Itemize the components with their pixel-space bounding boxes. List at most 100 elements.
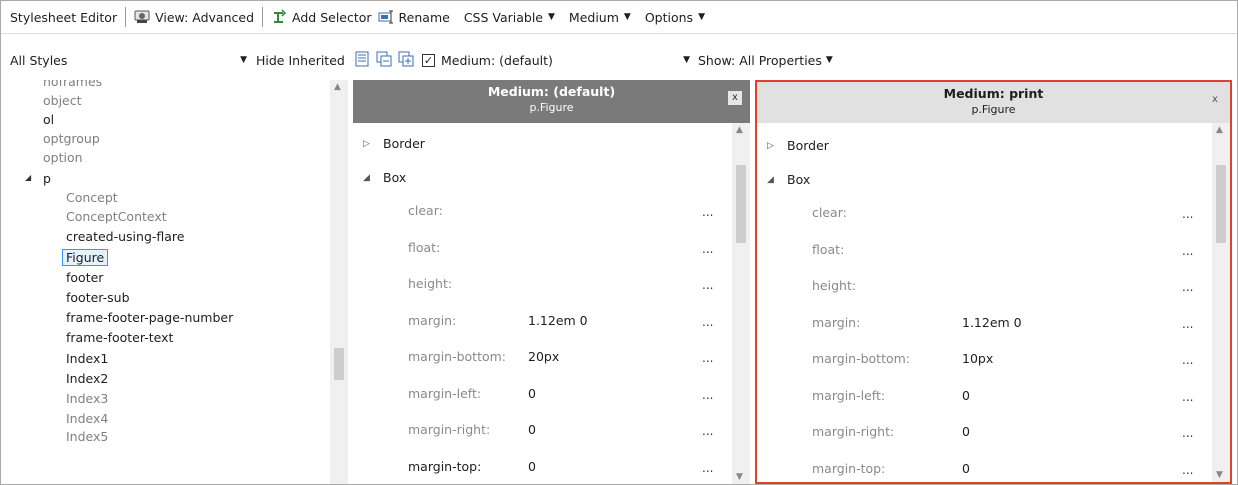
medium-checkbox[interactable]: ✓: [422, 53, 435, 67]
property-row[interactable]: margin-left: 0...: [757, 388, 1230, 408]
more-options-button[interactable]: ...: [702, 315, 713, 329]
tree-scrollbar-thumb[interactable]: [334, 348, 344, 380]
property-value[interactable]: 0: [962, 424, 970, 439]
more-options-button[interactable]: ...: [702, 278, 713, 292]
collapse-all-icon[interactable]: [376, 51, 392, 70]
property-group-border[interactable]: ▷ Border: [767, 138, 829, 153]
show-properties-dropdown[interactable]: Show: All Properties ▼: [698, 49, 833, 71]
property-value[interactable]: 1.12em 0: [962, 315, 1022, 330]
expanded-arrow-icon[interactable]: ◢: [767, 175, 787, 185]
property-row[interactable]: margin-right: 0...: [757, 424, 1230, 444]
more-options-button[interactable]: ...: [702, 205, 713, 219]
tree-item[interactable]: footer-sub: [66, 290, 130, 305]
property-row[interactable]: clear:...: [353, 203, 750, 223]
medium-menu[interactable]: Medium ▼: [566, 6, 634, 28]
hide-inherited-button[interactable]: Hide Inherited: [256, 53, 345, 68]
add-selector-button[interactable]: Add Selector: [268, 6, 375, 28]
tree-item[interactable]: Index5: [66, 429, 108, 444]
rename-button[interactable]: Rename: [375, 6, 453, 28]
more-options-button[interactable]: ...: [702, 242, 713, 256]
panel-scrollbar-thumb[interactable]: [1216, 165, 1226, 243]
tree-item[interactable]: frame-footer-text: [66, 330, 173, 345]
tree-item[interactable]: object: [43, 93, 82, 108]
more-options-button[interactable]: ...: [1182, 463, 1193, 477]
tree-item[interactable]: optgroup: [43, 131, 100, 146]
tree-item[interactable]: ◢ p: [25, 171, 51, 186]
panel-scrollbar[interactable]: ▲ ▼: [732, 123, 750, 484]
more-options-button[interactable]: ...: [702, 461, 713, 475]
tree-item[interactable]: frame-footer-page-number: [66, 310, 233, 325]
property-row[interactable]: margin-right: 0...: [353, 422, 750, 442]
property-row[interactable]: margin: 1.12em 0...: [757, 315, 1230, 335]
property-row[interactable]: margin: 1.12em 0...: [353, 313, 750, 333]
styles-filter-dropdown[interactable]: All Styles ▼: [10, 49, 247, 71]
more-options-button[interactable]: ...: [702, 424, 713, 438]
tree-item[interactable]: Index2: [66, 371, 108, 386]
tree-item[interactable]: Figure: [62, 249, 109, 266]
tree-item[interactable]: Index3: [66, 391, 108, 406]
close-panel-button[interactable]: x: [1208, 93, 1222, 107]
property-value[interactable]: 0: [528, 422, 536, 437]
property-row[interactable]: margin-top: 0...: [353, 459, 750, 479]
expand-all-icon[interactable]: [398, 51, 414, 70]
more-options-button[interactable]: ...: [702, 388, 713, 402]
collapsed-arrow-icon[interactable]: ▷: [363, 139, 383, 149]
tree-item[interactable]: created-using-flare: [66, 229, 185, 244]
property-group-box[interactable]: ◢ Box: [363, 170, 406, 185]
more-options-button[interactable]: ...: [1182, 426, 1193, 440]
more-options-button[interactable]: ...: [702, 351, 713, 365]
more-options-button[interactable]: ...: [1182, 244, 1193, 258]
tree-item[interactable]: noframes: [43, 80, 102, 89]
property-value[interactable]: 0: [962, 388, 970, 403]
collapsed-arrow-icon[interactable]: ▷: [767, 141, 787, 151]
expanded-arrow-icon[interactable]: ◢: [25, 173, 31, 182]
property-row[interactable]: margin-bottom: 20px...: [353, 349, 750, 369]
css-variable-menu[interactable]: CSS Variable ▼: [461, 6, 558, 28]
property-value[interactable]: 1.12em 0: [528, 313, 588, 328]
property-row[interactable]: margin-top: 0...: [757, 461, 1230, 481]
property-name: clear:: [812, 205, 847, 220]
more-options-button[interactable]: ...: [1182, 207, 1193, 221]
filter-toolbar: All Styles ▼ Hide Inherited ✓ Medium: (d…: [1, 45, 1237, 75]
tree-item[interactable]: ConceptContext: [66, 209, 167, 224]
property-group-border[interactable]: ▷ Border: [363, 136, 425, 151]
property-row[interactable]: float:...: [757, 242, 1230, 262]
view-advanced-button[interactable]: View: Advanced: [131, 6, 257, 28]
property-row[interactable]: clear:...: [757, 205, 1230, 225]
scroll-up-icon[interactable]: ▲: [1216, 125, 1223, 135]
property-value[interactable]: 20px: [528, 349, 559, 364]
property-row[interactable]: height:...: [757, 278, 1230, 298]
expanded-arrow-icon[interactable]: ◢: [363, 173, 383, 183]
panel-default-medium: Medium: (default) p.Figure x ▷ Border ◢ Box…: [353, 80, 750, 484]
tree-item[interactable]: option: [43, 150, 83, 165]
more-options-button[interactable]: ...: [1182, 317, 1193, 331]
property-row[interactable]: float:...: [353, 240, 750, 260]
tree-item[interactable]: Index4: [66, 411, 108, 426]
medium-checkbox-dropdown[interactable]: ✓ Medium: (default) ▼: [422, 49, 690, 71]
scroll-down-icon[interactable]: ▼: [1216, 470, 1223, 480]
scroll-up-icon[interactable]: ▲: [334, 82, 341, 92]
tree-item[interactable]: ol: [43, 112, 54, 127]
more-options-button[interactable]: ...: [1182, 280, 1193, 294]
property-row[interactable]: margin-bottom: 10px...: [757, 351, 1230, 371]
more-options-button[interactable]: ...: [1182, 353, 1193, 367]
property-value[interactable]: 0: [962, 461, 970, 476]
close-panel-button[interactable]: x: [728, 91, 742, 105]
tree-scrollbar[interactable]: ▲: [330, 80, 348, 484]
panel-scrollbar[interactable]: ▲ ▼: [1212, 123, 1230, 482]
tree-item[interactable]: footer: [66, 270, 103, 285]
options-menu[interactable]: Options ▼: [642, 6, 708, 28]
list-view-icon[interactable]: [354, 51, 370, 70]
property-row[interactable]: margin-left: 0...: [353, 386, 750, 406]
scroll-down-icon[interactable]: ▼: [736, 472, 743, 482]
scroll-up-icon[interactable]: ▲: [736, 125, 743, 135]
panel-scrollbar-thumb[interactable]: [736, 165, 746, 243]
tree-item[interactable]: Concept: [66, 190, 118, 205]
more-options-button[interactable]: ...: [1182, 390, 1193, 404]
property-value[interactable]: 0: [528, 459, 536, 474]
property-value[interactable]: 0: [528, 386, 536, 401]
tree-item[interactable]: Index1: [66, 351, 108, 366]
property-group-box[interactable]: ◢ Box: [767, 172, 810, 187]
property-row[interactable]: height:...: [353, 276, 750, 296]
property-value[interactable]: 10px: [962, 351, 993, 366]
